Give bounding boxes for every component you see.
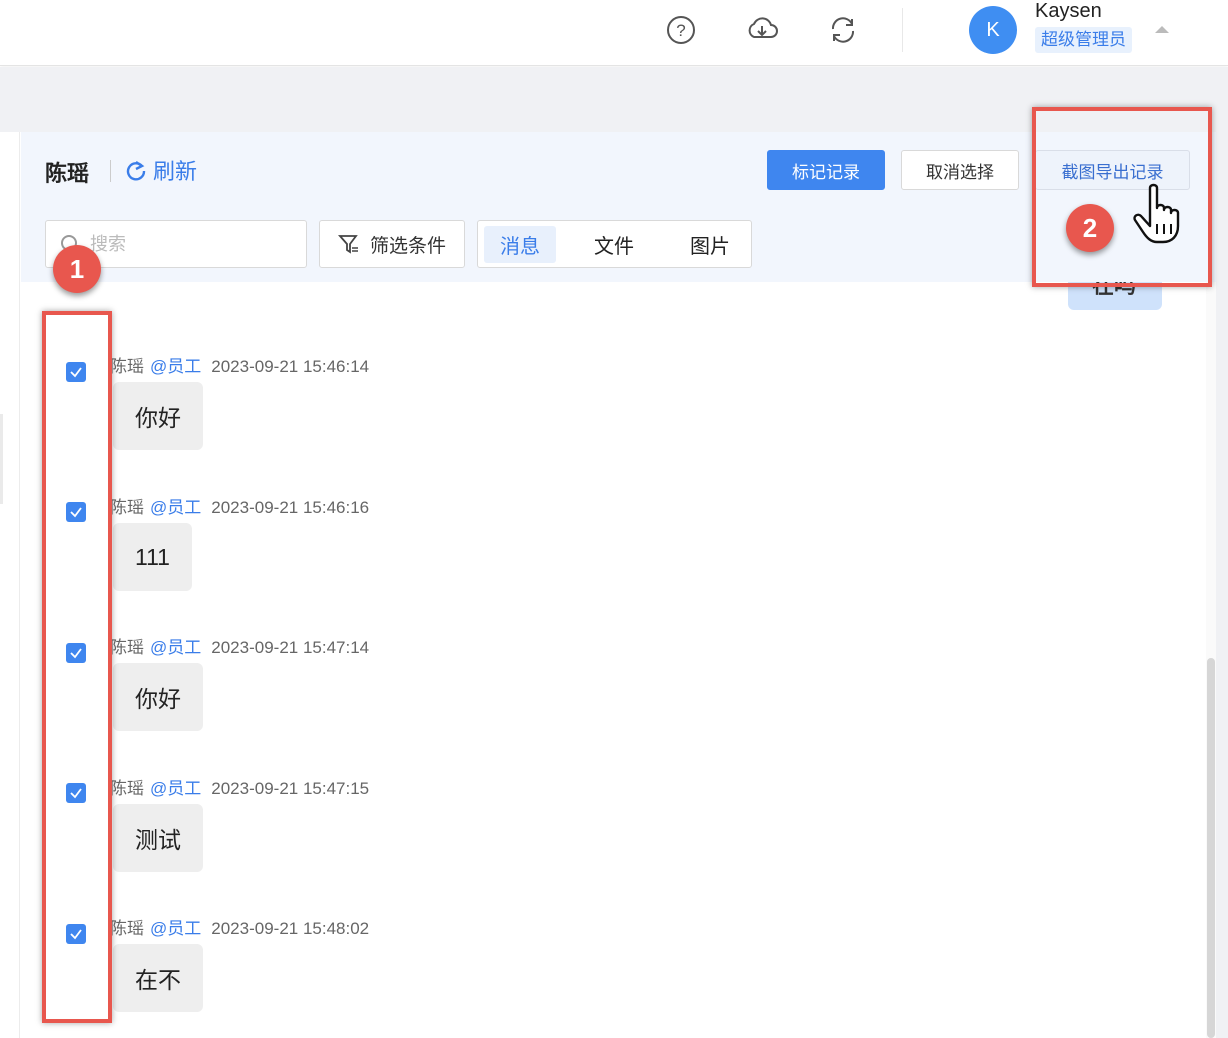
refresh-label: 刷新 [153,159,198,184]
scrollbar-thumb[interactable] [1207,658,1215,1038]
message-type-tabs: 消息 文件 图片 [477,220,752,268]
message-meta: 陈瑶 @员工 2023-09-21 15:47:15 [110,774,369,799]
message-role[interactable]: @员工 [150,498,201,517]
message-sender: 陈瑶 [110,498,144,517]
topbar-divider [902,8,903,52]
message-time: 2023-09-21 15:46:14 [211,357,370,376]
tab-files[interactable]: 文件 [578,226,650,263]
message-role[interactable]: @员工 [150,638,201,657]
message-meta: 陈瑶 @员工 2023-09-21 15:48:02 [110,914,369,939]
hand-pointer-icon [1133,183,1180,244]
sync-icon[interactable] [826,13,860,47]
user-name[interactable]: Kaysen [1035,0,1102,23]
refresh-icon [126,161,146,181]
contact-name: 陈瑶 [45,161,90,186]
tab-messages[interactable]: 消息 [484,226,556,263]
filter-label: 筛选条件 [369,235,446,257]
message-time: 2023-09-21 15:47:14 [211,638,370,657]
message-bubble: 在不 [113,944,203,1012]
message-bubble: 你好 [113,382,203,450]
help-icon[interactable]: ? [664,13,698,47]
mark-records-button[interactable]: 标记记录 [767,150,885,190]
search-input[interactable] [90,231,290,257]
filter-icon [338,235,358,254]
caret-up-icon[interactable] [1155,26,1169,33]
message-sender: 陈瑶 [110,919,144,938]
message-role[interactable]: @员工 [150,779,201,798]
svg-text:?: ? [676,21,685,40]
right-edge [1216,67,1228,1038]
cancel-selection-button[interactable]: 取消选择 [901,150,1019,190]
cloud-download-icon[interactable] [745,13,779,47]
message-sender: 陈瑶 [110,357,144,376]
message-time: 2023-09-21 15:46:16 [211,498,370,517]
message-meta: 陈瑶 @员工 2023-09-21 15:46:14 [110,352,369,377]
message-role[interactable]: @员工 [150,357,201,376]
message-sender: 陈瑶 [110,638,144,657]
top-bar: ? K Kaysen 超级管理员 [0,0,1228,66]
message-time: 2023-09-21 15:47:15 [211,779,370,798]
message-bubble: 111 [113,523,192,591]
avatar[interactable]: K [969,6,1017,54]
user-role-badge: 超级管理员 [1035,27,1132,53]
filter-button[interactable]: 筛选条件 [319,220,465,268]
message-meta: 陈瑶 @员工 2023-09-21 15:46:16 [110,493,369,518]
left-sidebar-mark [0,414,3,504]
refresh-button[interactable]: 刷新 [125,154,197,186]
annotation-badge-2: 2 [1066,204,1114,252]
left-sidebar-edge [0,132,20,1038]
message-bubble: 测试 [113,804,203,872]
annotation-badge-1: 1 [53,245,101,293]
message-role[interactable]: @员工 [150,919,201,938]
message-time: 2023-09-21 15:48:02 [211,919,370,938]
annotation-box-checkboxes [42,311,112,1023]
header-divider [110,160,111,182]
message-meta: 陈瑶 @员工 2023-09-21 15:47:14 [110,633,369,658]
message-sender: 陈瑶 [110,779,144,798]
tab-images[interactable]: 图片 [674,226,746,263]
message-bubble: 你好 [113,663,203,731]
